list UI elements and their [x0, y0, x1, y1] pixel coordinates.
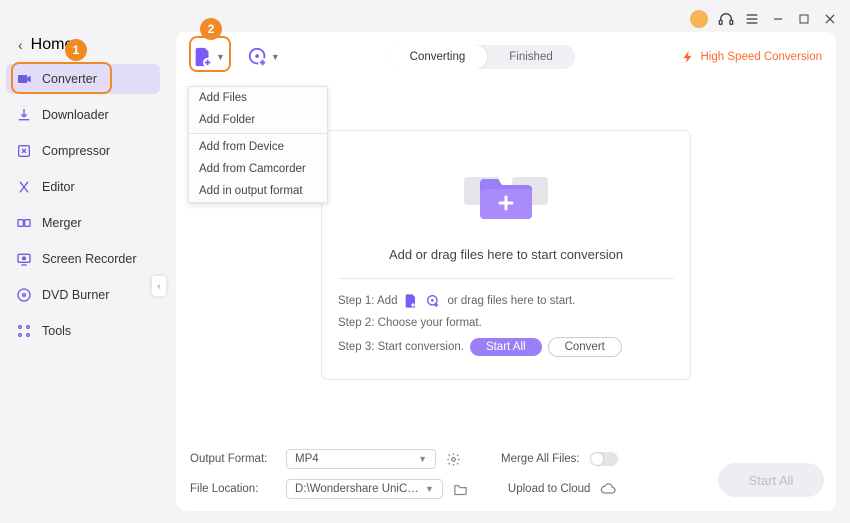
chevron-down-icon: ▼: [425, 484, 434, 494]
sidebar-item-converter[interactable]: Converter: [6, 64, 160, 94]
sidebar-item-screen-recorder[interactable]: Screen Recorder: [6, 244, 160, 274]
sidebar-item-merger[interactable]: Merger: [6, 208, 160, 238]
dd-add-from-camcorder[interactable]: Add from Camcorder: [189, 158, 327, 180]
merge-toggle[interactable]: [590, 452, 618, 466]
sidebar-item-label: Screen Recorder: [42, 252, 137, 266]
main-area: ▼ ▼ Converting Finished High Speed Conve…: [164, 24, 850, 523]
tab-finished[interactable]: Finished: [487, 45, 574, 69]
dropzone[interactable]: Add or drag files here to start conversi…: [321, 130, 691, 380]
chevron-down-icon: ▼: [418, 454, 427, 464]
start-all-button-inline[interactable]: Start All: [470, 338, 542, 356]
compressor-icon: [16, 143, 32, 159]
sidebar-item-label: Compressor: [42, 144, 110, 158]
titlebar: [0, 0, 850, 24]
tools-icon: [16, 323, 32, 339]
chevron-down-icon: ▼: [271, 52, 280, 62]
sidebar-item-label: DVD Burner: [42, 288, 109, 302]
callout-2: 2: [200, 18, 222, 40]
sidebar-item-downloader[interactable]: Downloader: [6, 100, 160, 130]
add-disc-icon: [425, 293, 441, 309]
sidebar-item-compressor[interactable]: Compressor: [6, 136, 160, 166]
merger-icon: [16, 215, 32, 231]
hsc-label: High Speed Conversion: [701, 51, 822, 63]
sidebar-item-dvd-burner[interactable]: DVD Burner: [6, 280, 160, 310]
add-file-icon: [403, 293, 419, 309]
output-format-select[interactable]: MP4 ▼: [286, 449, 436, 469]
sidebar: ‹ Home Converter Downloader Compresso: [0, 24, 164, 523]
download-icon: [16, 107, 32, 123]
step-3: Step 3: Start conversion. Start All Conv…: [338, 333, 674, 361]
dd-add-from-device[interactable]: Add from Device: [189, 136, 327, 158]
callout-1: 1: [65, 39, 87, 61]
dropzone-text: Add or drag files here to start conversi…: [389, 247, 623, 262]
cloud-icon[interactable]: [600, 481, 616, 497]
sidebar-collapse-button[interactable]: ‹: [152, 276, 166, 296]
folder-icon[interactable]: [453, 482, 468, 497]
file-location-select[interactable]: D:\Wondershare UniConverter 1 ▼: [286, 479, 443, 499]
sidebar-item-label: Merger: [42, 216, 82, 230]
sidebar-item-editor[interactable]: Editor: [6, 172, 160, 202]
main-panel: ▼ ▼ Converting Finished High Speed Conve…: [176, 32, 836, 511]
merge-label: Merge All Files:: [501, 453, 580, 465]
dd-separator: [189, 133, 327, 134]
tab-converting[interactable]: Converting: [388, 45, 488, 69]
step-2: Step 2: Choose your format.: [338, 313, 674, 333]
gear-icon[interactable]: [446, 452, 461, 467]
sidebar-item-label: Editor: [42, 180, 75, 194]
screen-recorder-icon: [16, 251, 32, 267]
dd-add-in-output-format[interactable]: Add in output format: [189, 180, 327, 202]
converter-icon: [16, 71, 32, 87]
convert-button-inline[interactable]: Convert: [548, 337, 622, 357]
output-format-label: Output Format:: [190, 453, 276, 465]
sidebar-item-tools[interactable]: Tools: [6, 316, 160, 346]
dd-add-files[interactable]: Add Files: [189, 87, 327, 109]
divider: [338, 278, 674, 279]
folder-illustration: [446, 155, 566, 235]
chevron-down-icon: ▼: [216, 52, 225, 62]
dd-add-folder[interactable]: Add Folder: [189, 109, 327, 131]
sidebar-item-label: Tools: [42, 324, 71, 338]
editor-icon: [16, 179, 32, 195]
nav-list: Converter Downloader Compressor Editor: [6, 64, 160, 346]
dvd-icon: [16, 287, 32, 303]
sidebar-item-label: Converter: [42, 72, 97, 86]
toolbar: ▼ ▼ Converting Finished High Speed Conve…: [190, 44, 822, 70]
file-location-label: File Location:: [190, 483, 276, 495]
sidebar-item-label: Downloader: [42, 108, 109, 122]
back-icon[interactable]: ‹: [18, 37, 23, 53]
add-disc-button[interactable]: ▼: [245, 44, 282, 70]
add-dropdown: Add Files Add Folder Add from Device Add…: [188, 86, 328, 203]
high-speed-conversion[interactable]: High Speed Conversion: [681, 50, 822, 64]
add-file-button[interactable]: ▼: [190, 44, 227, 70]
upload-label: Upload to Cloud: [508, 483, 590, 495]
tab-segment: Converting Finished: [388, 45, 575, 69]
start-all-button[interactable]: Start All: [718, 463, 824, 497]
step-1: Step 1: Add or drag files here to start.: [338, 289, 674, 313]
